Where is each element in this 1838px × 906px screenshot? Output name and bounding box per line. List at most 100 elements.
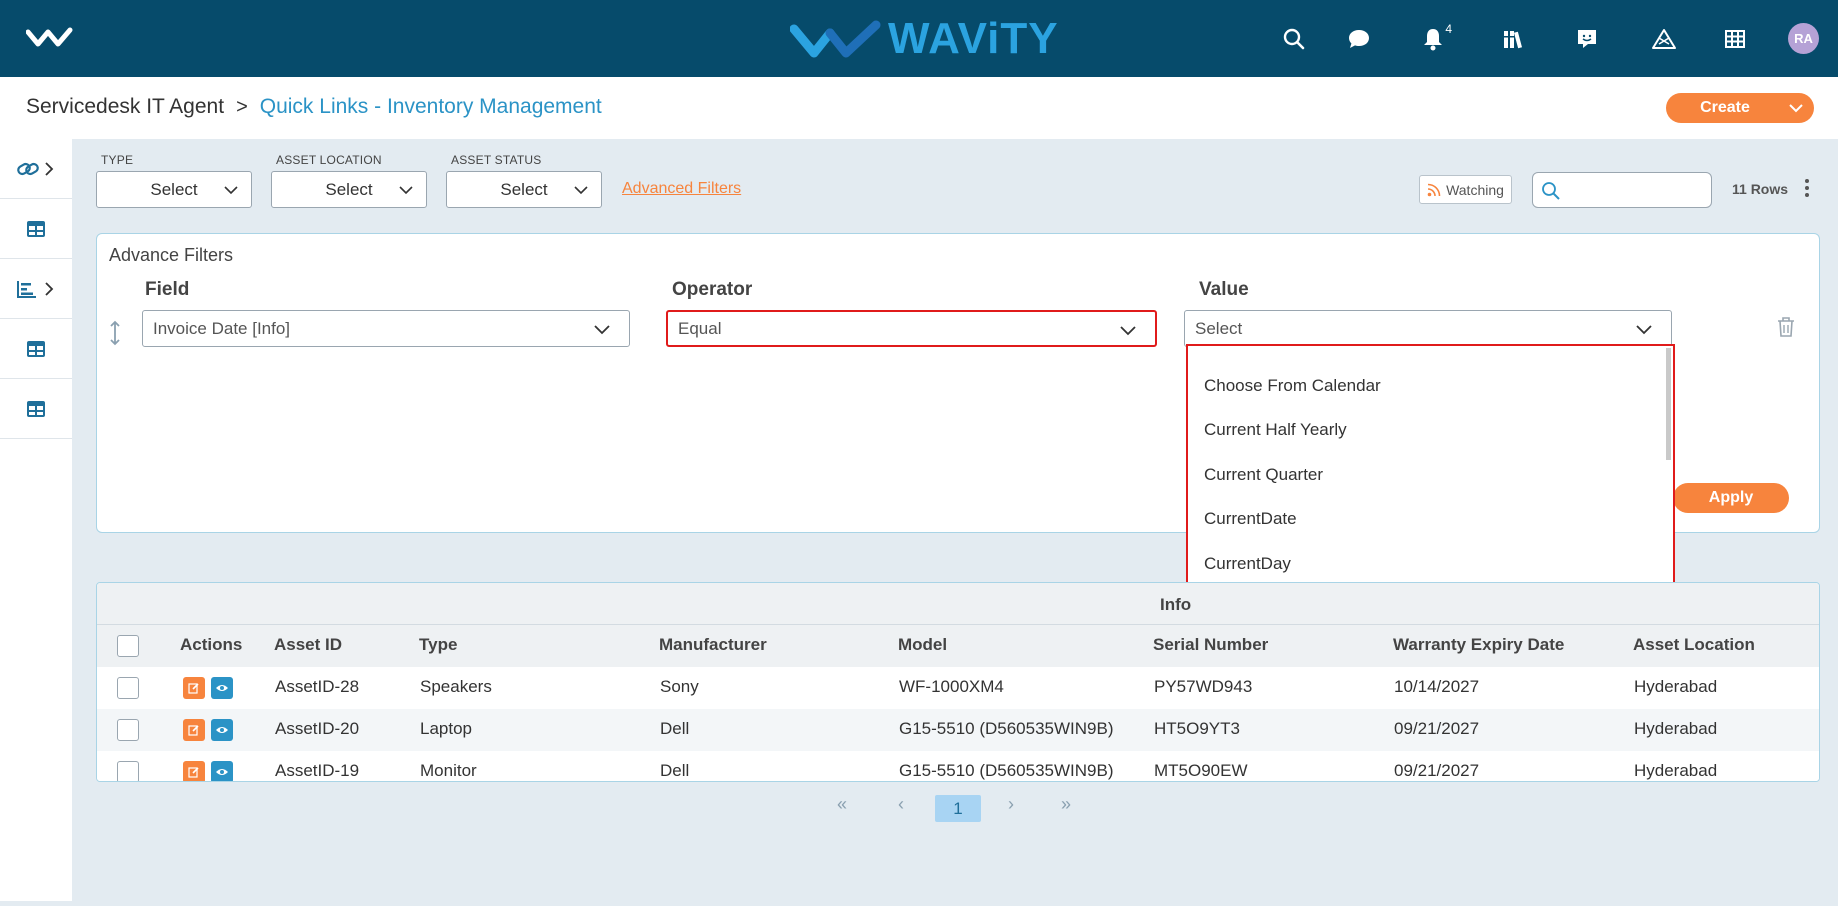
advance-filters-title: Advance Filters: [109, 245, 234, 265]
value-option[interactable]: Current Half Yearly: [1204, 420, 1347, 440]
status-filter-label: ASSET STATUS: [451, 153, 542, 167]
operator-select[interactable]: Equal: [666, 310, 1157, 347]
dropdown-scrollbar[interactable]: [1666, 348, 1671, 460]
watching-button[interactable]: Watching: [1419, 175, 1512, 204]
cell-type: Laptop: [420, 719, 472, 738]
table-group-header: Info: [97, 583, 1819, 625]
breadcrumb-separator: >: [236, 95, 248, 118]
column-header-manufacturer[interactable]: Manufacturer: [659, 635, 767, 655]
edit-icon[interactable]: [183, 761, 205, 781]
value-dropdown-list: Choose From Calendar Current Half Yearly…: [1186, 344, 1675, 589]
row-count: 11 Rows: [1732, 181, 1789, 197]
sidebar-item-table-1[interactable]: [0, 199, 72, 259]
chevron-down-icon: [574, 186, 588, 195]
top-navbar: WAViTY 4 RA: [0, 0, 1838, 77]
field-select[interactable]: Invoice Date [Info]: [142, 310, 630, 347]
cell-asset-id[interactable]: AssetID-19: [275, 761, 359, 781]
breadcrumb-current: Quick Links - Inventory Management: [259, 95, 602, 118]
cell-location: Hyderabad: [1634, 677, 1718, 696]
sidebar-item-table-3[interactable]: [0, 379, 72, 439]
edit-icon[interactable]: [183, 677, 205, 699]
type-filter-select[interactable]: Select: [96, 171, 252, 208]
library-icon[interactable]: [1499, 24, 1529, 54]
row-checkbox[interactable]: [117, 761, 139, 781]
sidebar-item-table-2[interactable]: [0, 319, 72, 379]
value-header: Value: [1199, 279, 1249, 300]
table-icon: [27, 220, 45, 237]
value-option[interactable]: CurrentDate: [1204, 509, 1297, 529]
row-checkbox[interactable]: [117, 719, 139, 741]
column-header-warranty-expiry[interactable]: Warranty Expiry Date: [1393, 635, 1564, 655]
brand-logo: WAViTY: [790, 14, 1059, 63]
column-header-asset-id[interactable]: Asset ID: [274, 635, 342, 655]
cell-warranty: 09/21/2027: [1394, 719, 1480, 738]
table-icon: [27, 340, 45, 357]
breadcrumb-bar: Servicedesk IT Agent > Quick Links - Inv…: [0, 77, 1838, 139]
alert-triangle-icon[interactable]: [1649, 24, 1679, 54]
pagination-last-icon[interactable]: »: [1061, 794, 1071, 815]
edit-icon[interactable]: [183, 719, 205, 741]
cell-warranty: 09/21/2027: [1394, 761, 1480, 780]
sidebar-item-reports[interactable]: [0, 259, 72, 319]
row-checkbox[interactable]: [117, 677, 139, 699]
create-button-label: Create: [1700, 99, 1750, 116]
search-input[interactable]: [1532, 172, 1712, 208]
pagination-first-icon[interactable]: «: [837, 794, 847, 815]
value-option[interactable]: Current Quarter: [1204, 465, 1323, 485]
delete-filter-icon[interactable]: [1776, 316, 1796, 343]
cell-asset-id[interactable]: AssetID-20: [275, 719, 359, 739]
create-button[interactable]: Create: [1666, 93, 1814, 123]
group-header-info: Info: [1160, 595, 1192, 614]
chevron-down-icon: [1120, 326, 1136, 336]
column-header-model[interactable]: Model: [898, 635, 947, 655]
chevron-down-icon[interactable]: [1788, 100, 1804, 116]
chevron-down-icon: [224, 186, 238, 195]
pagination-prev-icon[interactable]: ‹: [898, 794, 904, 815]
table-row[interactable]: AssetID-19 Monitor Dell G15-5510 (D56053…: [97, 751, 1819, 781]
breadcrumb-parent[interactable]: Servicedesk IT Agent: [26, 95, 224, 119]
column-header-serial-number[interactable]: Serial Number: [1153, 635, 1268, 655]
apply-button[interactable]: Apply: [1673, 483, 1789, 513]
brand-wordmark: WAViTY: [888, 14, 1059, 63]
brand-mark-icon: [790, 20, 881, 58]
search-icon[interactable]: [1279, 24, 1309, 54]
location-filter-label: ASSET LOCATION: [276, 153, 382, 167]
pagination-current-page[interactable]: 1: [935, 795, 981, 822]
cell-warranty: 10/14/2027: [1394, 677, 1480, 696]
table-icon: [27, 400, 45, 417]
value-select[interactable]: Select: [1184, 310, 1672, 347]
sidebar-item-quick-links[interactable]: [0, 139, 72, 199]
value-option[interactable]: CurrentDay: [1204, 554, 1291, 574]
type-filter-value: Select: [150, 179, 198, 199]
left-sidebar: [0, 139, 72, 901]
table-header-row: Actions Asset ID Type Manufacturer Model…: [97, 625, 1819, 667]
advanced-filters-link[interactable]: Advanced Filters: [622, 180, 741, 198]
type-filter-label: TYPE: [101, 153, 134, 167]
view-eye-icon[interactable]: [211, 719, 233, 741]
more-options-icon[interactable]: [1804, 178, 1810, 203]
cell-location: Hyderabad: [1634, 719, 1718, 738]
user-avatar[interactable]: RA: [1788, 23, 1819, 54]
pagination-next-icon[interactable]: ›: [1008, 794, 1014, 815]
value-select-value: Select: [1195, 318, 1243, 338]
feedback-icon[interactable]: [1572, 24, 1602, 54]
column-header-type[interactable]: Type: [419, 635, 457, 655]
value-option[interactable]: Choose From Calendar: [1204, 376, 1381, 396]
table-row[interactable]: AssetID-20 Laptop Dell G15-5510 (D560535…: [97, 709, 1819, 751]
view-eye-icon[interactable]: [211, 761, 233, 781]
cell-type: Speakers: [420, 677, 492, 696]
grid-apps-icon[interactable]: [1720, 24, 1750, 54]
table-row[interactable]: AssetID-28 Speakers Sony WF-1000XM4 PY57…: [97, 667, 1819, 709]
column-header-asset-location[interactable]: Asset Location: [1633, 635, 1755, 655]
drag-handle-icon[interactable]: [108, 320, 122, 351]
cell-asset-id[interactable]: AssetID-28: [275, 677, 359, 697]
notifications-bell-icon[interactable]: 4: [1418, 22, 1452, 54]
view-eye-icon[interactable]: [211, 677, 233, 699]
status-filter-select[interactable]: Select: [446, 171, 602, 208]
location-filter-select[interactable]: Select: [271, 171, 427, 208]
chat-icon[interactable]: [1344, 24, 1374, 54]
status-filter-value: Select: [500, 179, 548, 199]
select-all-checkbox[interactable]: [117, 635, 139, 657]
watching-label: Watching: [1446, 181, 1504, 198]
home-logo-icon[interactable]: [25, 26, 74, 55]
